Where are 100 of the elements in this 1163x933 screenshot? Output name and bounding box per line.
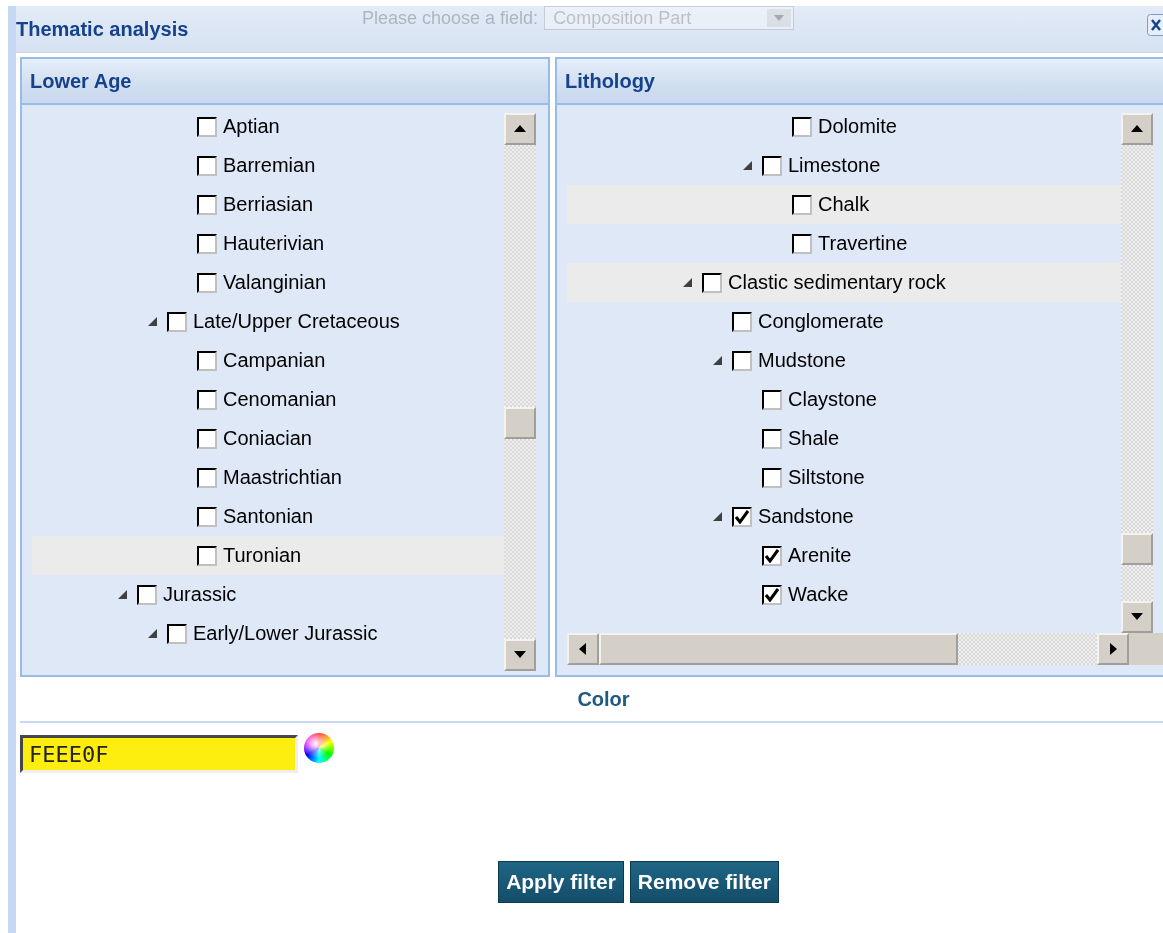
- tree-row[interactable]: Berriasian: [32, 185, 504, 224]
- down-arrow-icon: [514, 651, 526, 659]
- checkbox[interactable]: [732, 311, 752, 332]
- checkbox[interactable]: [197, 389, 217, 410]
- color-input-field[interactable]: FEEE0F: [20, 735, 298, 773]
- tree-row[interactable]: Shale: [567, 419, 1121, 458]
- tree-row[interactable]: Late/Upper Cretaceous: [32, 302, 504, 341]
- tree-row[interactable]: Claystone: [567, 380, 1121, 419]
- tree-item-label: Travertine: [818, 232, 908, 255]
- tree-item-label: Campanian: [223, 349, 326, 372]
- close-icon[interactable]: [1147, 14, 1163, 36]
- panel-title: Lower Age: [30, 69, 132, 93]
- checkbox[interactable]: [762, 389, 782, 410]
- tree-row[interactable]: Jurassic: [32, 575, 504, 614]
- checkbox[interactable]: [167, 311, 187, 332]
- scroll-up-button[interactable]: [1121, 113, 1153, 145]
- expanded-arrow-icon[interactable]: [148, 628, 158, 639]
- left-arrow-icon: [579, 643, 587, 655]
- checkbox[interactable]: [762, 155, 782, 176]
- scroll-down-button[interactable]: [504, 639, 536, 671]
- tree-item-label: Shale: [788, 427, 840, 450]
- expanded-arrow-icon[interactable]: [148, 316, 158, 327]
- scroll-up-button[interactable]: [504, 113, 536, 145]
- tree-row[interactable]: Campanian: [32, 341, 504, 380]
- scroll-right-button[interactable]: [1097, 633, 1129, 665]
- field-label: Please choose a field:: [362, 7, 539, 29]
- checkbox[interactable]: [762, 467, 782, 488]
- scrollbar-thumb[interactable]: [599, 633, 958, 665]
- tree-row[interactable]: Hauterivian: [32, 224, 504, 263]
- checkbox[interactable]: [197, 116, 217, 137]
- tree-item-label: Berriasian: [223, 193, 314, 216]
- up-arrow-icon: [1131, 125, 1143, 133]
- checkbox[interactable]: [167, 623, 187, 644]
- tree-row[interactable]: Early/Lower Jurassic: [32, 614, 504, 653]
- tree-row[interactable]: Mudstone: [567, 341, 1121, 380]
- tree-item-label: Mudstone: [758, 349, 846, 372]
- tree-row[interactable]: Cenomanian: [32, 380, 504, 419]
- checkbox[interactable]: [137, 584, 157, 605]
- tree-item-label: Valanginian: [223, 271, 327, 294]
- tree-item-label: Siltstone: [788, 466, 865, 489]
- tree-row[interactable]: Dolomite: [567, 107, 1121, 146]
- checkbox[interactable]: [792, 194, 812, 215]
- tree-item-label: Maastrichtian: [223, 466, 342, 489]
- tree-row[interactable]: Maastrichtian: [32, 458, 504, 497]
- tree-item-label: Hauterivian: [223, 232, 325, 255]
- tree-item-label: Chalk: [818, 193, 870, 216]
- checkbox[interactable]: [197, 272, 217, 293]
- checkbox[interactable]: [197, 155, 217, 176]
- expanded-arrow-icon[interactable]: [743, 160, 753, 171]
- checkbox[interactable]: [197, 545, 217, 566]
- scroll-down-button[interactable]: [1121, 601, 1153, 633]
- tree-row[interactable]: Limestone: [567, 146, 1121, 185]
- checkbox[interactable]: [732, 506, 752, 527]
- checkbox[interactable]: [197, 233, 217, 254]
- expanded-arrow-icon[interactable]: [118, 589, 128, 600]
- tree-row[interactable]: Siltstone: [567, 458, 1121, 497]
- checkbox[interactable]: [762, 428, 782, 449]
- tree-item-label: Sandstone: [758, 505, 854, 528]
- tree-row[interactable]: Conglomerate: [567, 302, 1121, 341]
- tree-row[interactable]: Valanginian: [32, 263, 504, 302]
- checkbox[interactable]: [732, 350, 752, 371]
- filter-button[interactable]: Apply filter: [498, 861, 624, 903]
- tree-item-label: Arenite: [788, 544, 852, 567]
- down-arrow-icon: [1131, 613, 1143, 621]
- tree-row[interactable]: Clastic sedimentary rock: [567, 263, 1121, 302]
- checkbox[interactable]: [792, 233, 812, 254]
- tree-item-label: Early/Lower Jurassic: [193, 622, 378, 645]
- color-wheel-icon[interactable]: [304, 733, 334, 763]
- tree-item-label: Late/Upper Cretaceous: [193, 310, 400, 333]
- window-title: Thematic analysis: [16, 17, 189, 41]
- checkbox[interactable]: [792, 116, 812, 137]
- filter-button[interactable]: Remove filter: [629, 861, 779, 903]
- tree-row[interactable]: Aptian: [32, 107, 504, 146]
- checkbox[interactable]: [762, 545, 782, 566]
- scrollbar-thumb[interactable]: [504, 406, 536, 439]
- section-title: Color: [577, 687, 630, 711]
- tree-row[interactable]: Travertine: [567, 224, 1121, 263]
- tree-row[interactable]: Santonian: [32, 497, 504, 536]
- tree-row[interactable]: Wacke: [567, 575, 1121, 614]
- tree-row[interactable]: Coniacian: [32, 419, 504, 458]
- scroll-left-button[interactable]: [567, 633, 599, 665]
- expanded-arrow-icon[interactable]: [713, 355, 723, 366]
- checkbox[interactable]: [197, 350, 217, 371]
- tree-item-label: Dolomite: [818, 115, 897, 138]
- tree-row[interactable]: Arenite: [567, 536, 1121, 575]
- scrollbar-thumb[interactable]: [1121, 532, 1153, 565]
- tree-row[interactable]: Barremian: [32, 146, 504, 185]
- tree-row[interactable]: Chalk: [567, 185, 1121, 224]
- scrollbar-corner: [1129, 633, 1163, 665]
- expanded-arrow-icon[interactable]: [683, 277, 693, 288]
- tree-row[interactable]: Turonian: [32, 536, 504, 575]
- expanded-arrow-icon[interactable]: [713, 511, 723, 522]
- checkbox[interactable]: [762, 584, 782, 605]
- checkbox[interactable]: [197, 506, 217, 527]
- tree-item-label: Wacke: [788, 583, 849, 606]
- checkbox[interactable]: [197, 467, 217, 488]
- checkbox[interactable]: [197, 194, 217, 215]
- tree-row[interactable]: Sandstone: [567, 497, 1121, 536]
- checkbox[interactable]: [197, 428, 217, 449]
- checkbox[interactable]: [702, 272, 722, 293]
